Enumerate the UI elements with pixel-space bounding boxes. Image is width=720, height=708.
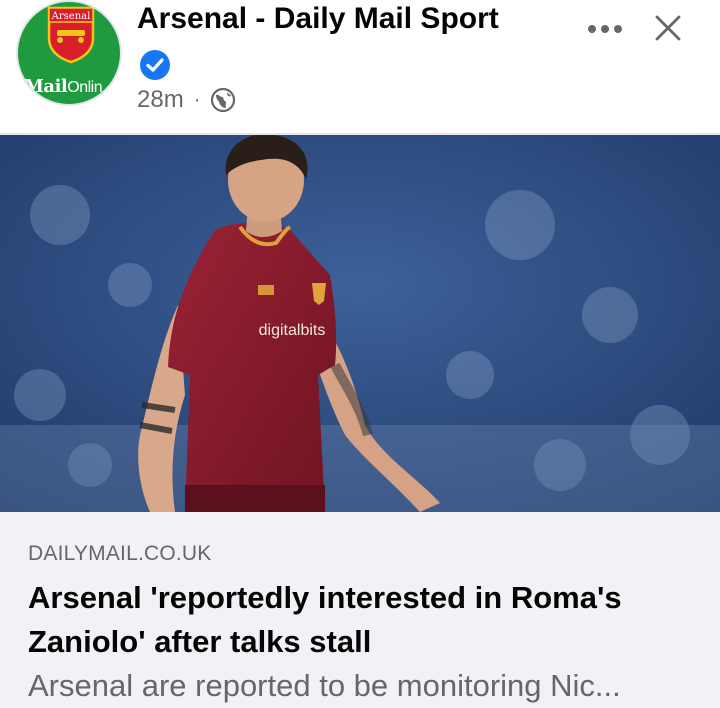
close-icon[interactable] xyxy=(650,10,686,46)
post-header: Arsenal MailOnlin Arsenal - Daily Mail S… xyxy=(0,0,720,134)
link-domain: DAILYMAIL.CO.UK xyxy=(28,542,212,565)
link-headline[interactable]: Arsenal 'reportedly interested in Roma's… xyxy=(28,576,698,664)
post-meta: 28m · xyxy=(137,86,236,114)
post-timestamp[interactable]: 28m xyxy=(137,86,184,114)
link-summary: Arsenal are reported to be monitoring Ni… xyxy=(28,668,621,703)
meta-separator: · xyxy=(193,88,201,111)
page-avatar[interactable]: Arsenal MailOnlin xyxy=(16,0,122,106)
crest-label: Arsenal xyxy=(51,11,91,22)
globe-icon xyxy=(211,87,236,113)
page-name[interactable]: Arsenal - Daily Mail Sport xyxy=(137,2,499,36)
shirt-sponsor: digitalbits xyxy=(259,322,326,339)
more-options-icon[interactable] xyxy=(582,14,628,44)
arsenal-crest-icon: Arsenal xyxy=(47,6,95,64)
mailonline-logo: MailOnlin xyxy=(24,76,103,97)
post-photo[interactable]: digitalbits xyxy=(0,135,720,512)
verified-badge-icon xyxy=(140,50,170,80)
player-image: digitalbits xyxy=(0,135,720,512)
link-preview[interactable]: DAILYMAIL.CO.UK Arsenal 'reportedly inte… xyxy=(0,512,720,708)
